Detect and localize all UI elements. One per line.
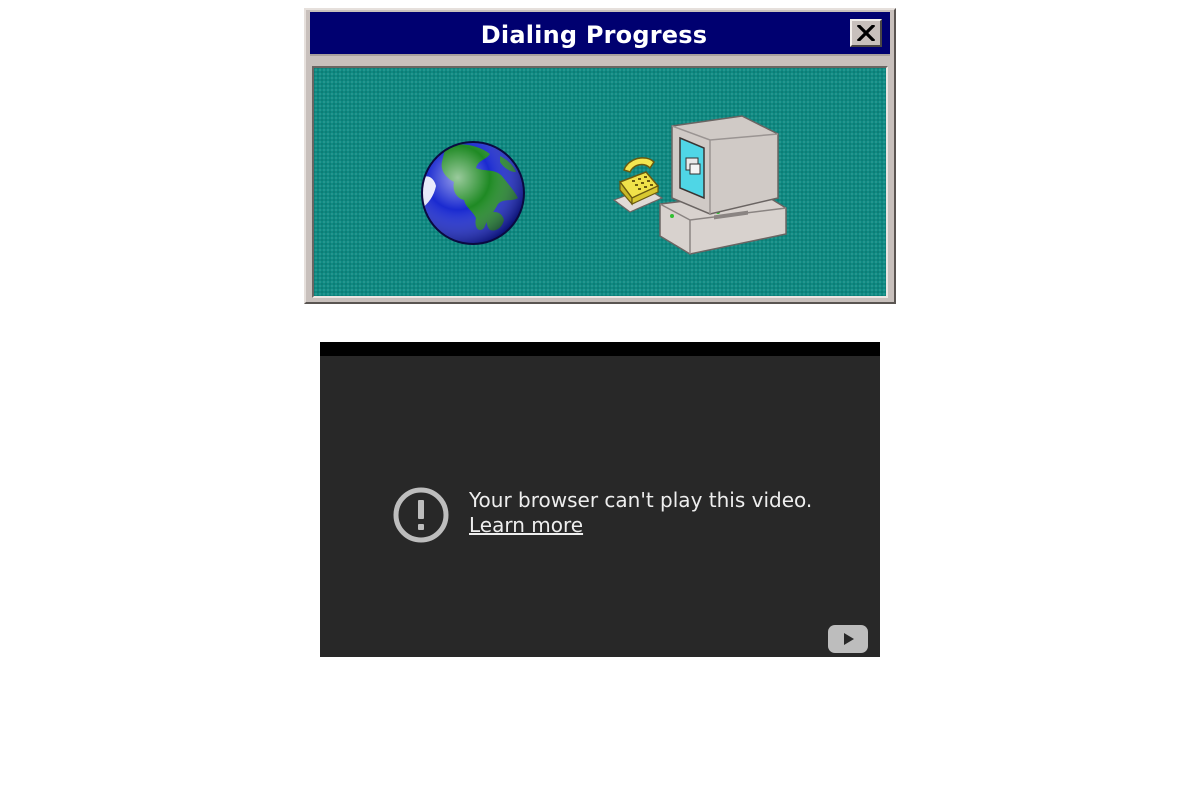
learn-more-link[interactable]: Learn more [469,513,583,537]
dialog-title: Dialing Progress [480,21,708,49]
youtube-logo-icon[interactable] [828,625,868,653]
playback-error: Your browser can't play this video. Lear… [392,486,822,546]
computer-with-phone-icon [612,115,787,255]
exclamation-circle-icon [393,487,449,543]
dialog-panel [312,66,888,298]
close-button[interactable] [850,19,882,47]
page: Dialing Progress Your browser can't play… [0,0,1200,800]
dialog-titlebar: Dialing Progress [310,12,890,56]
dialing-progress-dialog: Dialing Progress [304,8,896,304]
error-message: Your browser can't play this video. [469,488,813,512]
globe-icon [421,141,525,245]
player-top-bar [320,342,880,356]
video-player[interactable]: Your browser can't play this video. Lear… [320,342,880,657]
close-x-icon [857,25,875,41]
